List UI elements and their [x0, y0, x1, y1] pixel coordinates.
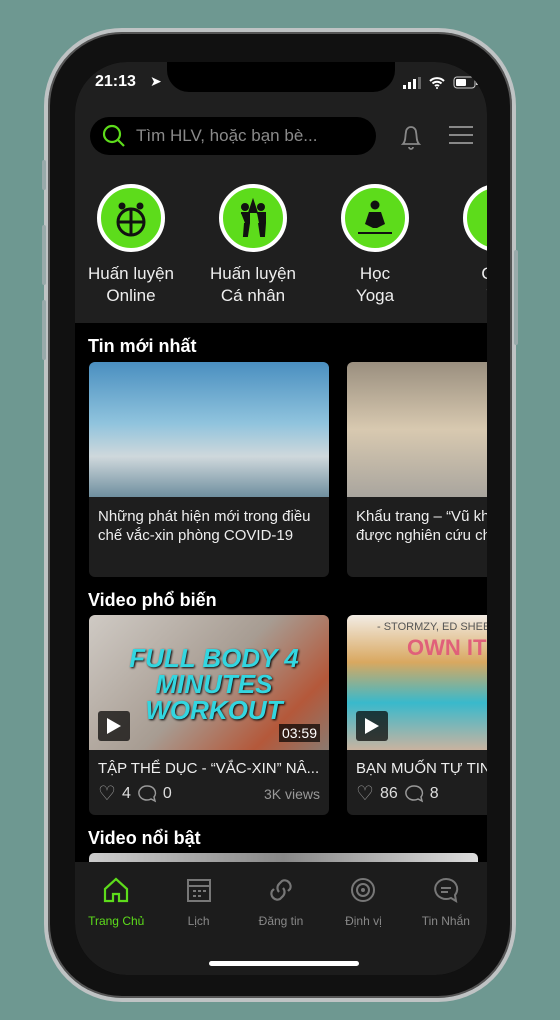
wifi-icon: [429, 76, 445, 89]
link-icon: [270, 879, 292, 901]
location-icon: ➤: [150, 73, 162, 89]
tab-messages[interactable]: Tin Nhắn: [405, 876, 487, 975]
tab-label: Định vị: [345, 914, 382, 928]
category-label: Yoga: [355, 286, 395, 305]
video-title: TẬP THỂ DỤC - “VẮC-XIN” NÂ...: [98, 760, 320, 777]
status-time: 21:13: [95, 73, 136, 90]
volume-up: [42, 225, 46, 285]
category-label: Võ: [442, 285, 488, 307]
video-card[interactable]: FULL BODY 4 MINUTES WORKOUT 03:59 TẬP TH…: [89, 615, 329, 815]
like-count: 86: [379, 784, 398, 802]
comment-count: 8: [429, 784, 439, 802]
video-thumbnail: - STORMZY, ED SHEERAN OWN IT: [347, 615, 487, 750]
play-icon[interactable]: [98, 711, 130, 741]
home-indicator[interactable]: [209, 961, 359, 966]
section-title-featured: Video nổi bật: [88, 828, 201, 848]
tab-label: Đăng tin: [258, 914, 304, 928]
tab-label: Trang Chủ: [88, 914, 145, 928]
tab-label: Tin Nhắn: [421, 914, 470, 928]
power-button: [514, 250, 518, 345]
comment-count: 0: [162, 784, 172, 802]
heart-icon[interactable]: ♡: [356, 781, 374, 806]
mute-switch: [42, 160, 46, 190]
video-card[interactable]: - STORMZY, ED SHEERAN OWN IT BẠN MUỐN TỰ…: [347, 615, 487, 815]
battery-icon: [453, 76, 478, 89]
thumbnail-subtext: - STORMZY, ED SHEERAN: [377, 621, 487, 633]
target-icon: [351, 878, 376, 902]
video-duration: 03:59: [278, 724, 320, 742]
vaccine-image: [89, 362, 329, 497]
category-label: Quy: [442, 263, 487, 285]
news-title: Khẩu trang – “Vũ khí hiệu quả đã được ng…: [356, 508, 487, 544]
category-label: Cá nhân: [220, 286, 286, 305]
comment-icon[interactable]: [137, 784, 157, 804]
bottom-tab-bar: Trang Chủ Lịch Đăng tin Định vị Tin Nhắn: [75, 862, 487, 975]
mask-image: [347, 362, 487, 497]
category-online-training[interactable]: Huấn luyện Online: [76, 184, 186, 307]
tab-label: Lịch: [187, 914, 210, 928]
comment-icon[interactable]: [404, 784, 424, 804]
search-icon: [102, 124, 125, 147]
search-input[interactable]: Tìm HLV, hoặc bạn bè...: [90, 117, 376, 155]
notch: [167, 62, 395, 92]
category-label: Huấn luyện: [209, 264, 296, 283]
martial-arts-icon: [463, 184, 487, 252]
search-placeholder: Tìm HLV, hoặc bạn bè...: [136, 126, 318, 145]
status-icons: [403, 76, 479, 89]
signal-icon: [403, 76, 421, 89]
category-martial-arts[interactable]: QuyVõ: [442, 184, 487, 307]
section-title-news: Tin mới nhất: [88, 336, 197, 356]
calendar-icon: [186, 879, 211, 902]
heart-icon[interactable]: ♡: [98, 781, 116, 806]
video-thumbnail: FULL BODY 4 MINUTES WORKOUT 03:59: [89, 615, 329, 750]
category-personal-training[interactable]: Huấn luyện Cá nhân: [198, 184, 308, 307]
news-card[interactable]: Khẩu trang – “Vũ khí hiệu quả đã được ng…: [347, 362, 487, 577]
yoga-icon: [341, 184, 409, 252]
chat-icon: [434, 877, 458, 903]
globe-team-icon: [97, 184, 165, 252]
category-yoga[interactable]: Học Yoga: [320, 184, 430, 307]
screen: 21:13 ➤ Tìm HLV, hoặc bạn bè... Huấn luy…: [75, 62, 487, 975]
home-icon: [104, 877, 129, 903]
like-count: 4: [121, 784, 131, 802]
video-title: BẠN MUỐN TỰ TIN: [356, 760, 487, 777]
category-label: Huấn luyện: [87, 264, 174, 283]
volume-down: [42, 300, 46, 360]
view-count: 3K views: [263, 785, 320, 802]
section-title-popular: Video phổ biến: [88, 590, 217, 610]
category-label: Học: [359, 264, 391, 283]
news-card[interactable]: Những phát hiện mới trong điều chế vắc-x…: [89, 362, 329, 577]
bell-icon[interactable]: [398, 122, 424, 152]
tab-home[interactable]: Trang Chủ: [75, 876, 157, 975]
category-label: Online: [106, 286, 156, 305]
thumbnail-text: FULL BODY 4 MINUTES WORKOUT: [129, 643, 299, 725]
play-icon[interactable]: [356, 711, 388, 741]
news-title: Những phát hiện mới trong điều chế vắc-x…: [98, 508, 311, 544]
high-five-icon: [219, 184, 287, 252]
thumbnail-text: OWN IT: [407, 635, 487, 660]
menu-icon[interactable]: [449, 125, 473, 145]
